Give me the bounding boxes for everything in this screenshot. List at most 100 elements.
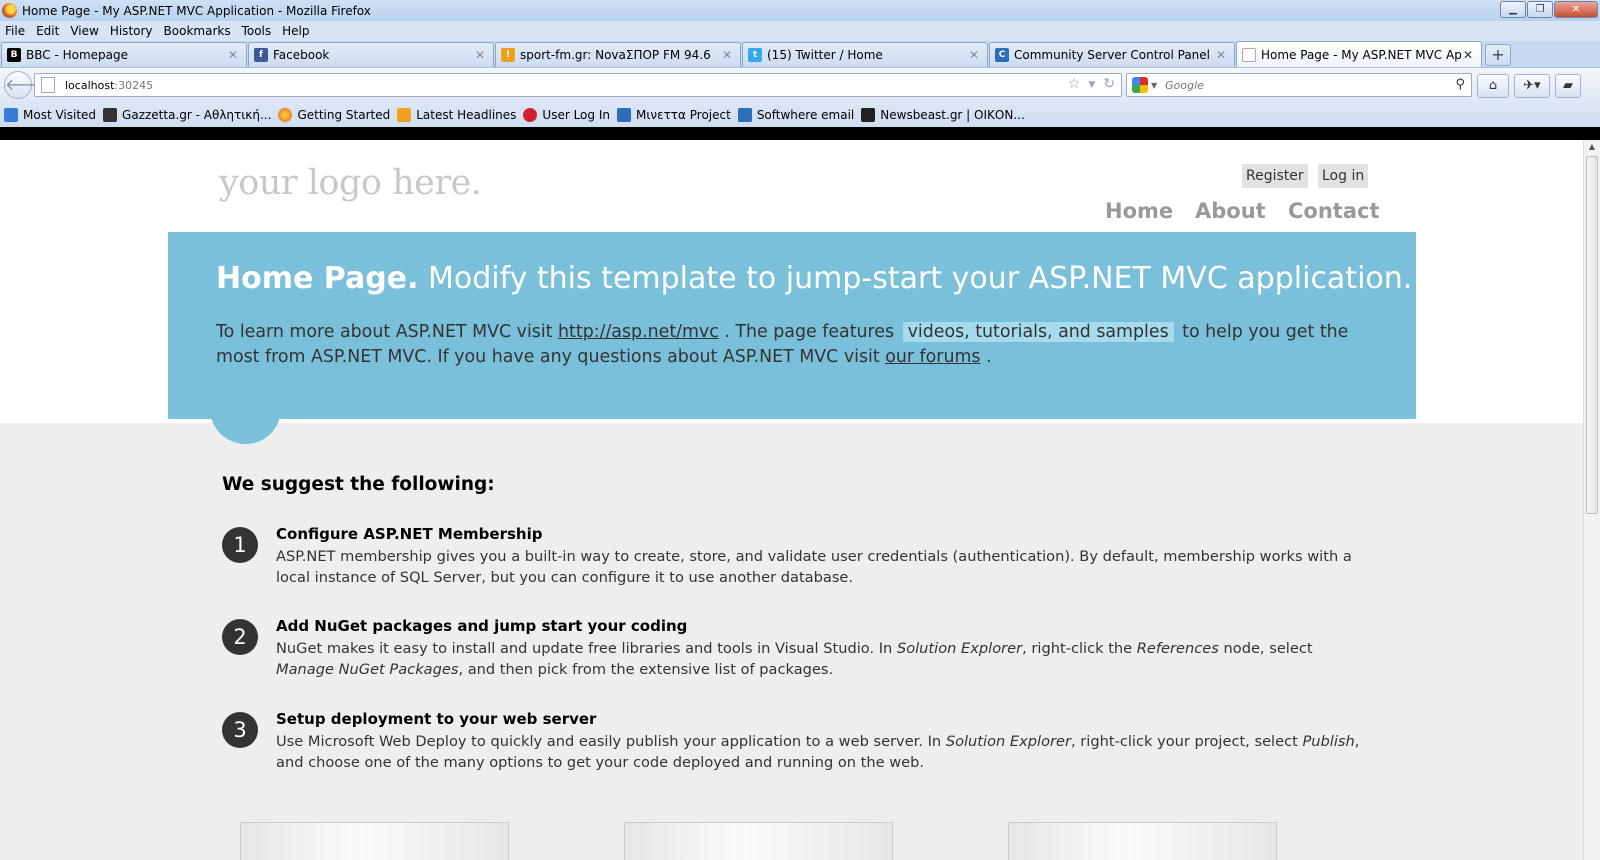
- softwhere-icon: [737, 107, 752, 122]
- tab-close-icon[interactable]: ✕: [473, 48, 487, 62]
- bookmark-label: Μινεττα Project: [635, 107, 731, 122]
- step-text: Use Microsoft Web Deploy to quickly and …: [276, 731, 1366, 773]
- search-bar[interactable]: ▼ ⚲: [1126, 73, 1472, 97]
- bookmark-user-log-in[interactable]: User Log In: [523, 107, 610, 122]
- most-visited-icon: [4, 107, 18, 122]
- step-number: 3: [222, 712, 258, 748]
- google-search-engine-icon[interactable]: [1132, 77, 1148, 93]
- tab-close-icon[interactable]: ✕: [226, 48, 240, 62]
- scrollbar-thumb[interactable]: [1586, 156, 1598, 514]
- user-login-icon: [523, 107, 538, 122]
- rss-icon: [397, 107, 412, 122]
- register-link[interactable]: Register: [1242, 164, 1308, 188]
- bookmark-label: Softwhere email: [756, 107, 855, 122]
- addon-toolbar-button[interactable]: ✈▾: [1514, 74, 1550, 98]
- bbc-icon: B: [7, 48, 21, 62]
- tab-facebook[interactable]: f Facebook ✕: [248, 42, 494, 67]
- login-link[interactable]: Log in: [1318, 164, 1369, 188]
- tab-close-icon[interactable]: ✕: [1461, 48, 1475, 62]
- tab-label: Home Page - My ASP.NET MVC Appl...: [1261, 47, 1461, 62]
- home-button[interactable]: ⌂: [1477, 74, 1509, 98]
- site-identity-icon[interactable]: [41, 77, 55, 93]
- search-engine-dropdown-icon[interactable]: ▼: [1151, 81, 1157, 90]
- forums-link[interactable]: our forums: [885, 347, 980, 367]
- bookmark-softwhere-email[interactable]: Softwhere email: [737, 107, 855, 122]
- close-window-button[interactable]: ✕: [1554, 1, 1598, 18]
- facebook-icon: f: [254, 48, 268, 62]
- step-text-italic: Manage NuGet Packages: [276, 661, 459, 678]
- window-title-bar: Home Page - My ASP.NET MVC Application -…: [0, 0, 1600, 21]
- tab-close-icon[interactable]: ✕: [967, 48, 981, 62]
- asp-net-mvc-link[interactable]: http://asp.net/mvc: [558, 322, 719, 342]
- url-bar-icons: ☆ ▼ ↻: [1068, 76, 1115, 94]
- vertical-scrollbar[interactable]: ▲: [1583, 140, 1600, 860]
- bookmark-getting-started[interactable]: Getting Started: [278, 107, 391, 122]
- content-box: [624, 822, 893, 860]
- firefox-logo-icon: [2, 3, 17, 18]
- url-port: :30245: [114, 78, 154, 92]
- tab-close-icon[interactable]: ✕: [720, 48, 734, 62]
- bookmark-label: Gazzetta.gr - Αθλητική...: [122, 107, 272, 122]
- tab-twitter[interactable]: t (15) Twitter / Home ✕: [742, 42, 988, 67]
- tab-bbc[interactable]: B BBC - Homepage ✕: [1, 42, 247, 67]
- nav-contact[interactable]: Contact: [1288, 199, 1380, 223]
- bookmark-minetta-project[interactable]: Μινεττα Project: [616, 107, 731, 122]
- reload-icon[interactable]: ↻: [1103, 76, 1115, 94]
- maximize-button[interactable]: ❐: [1527, 1, 1553, 18]
- featured-text-part: .: [980, 347, 992, 367]
- step-text-part: Use Microsoft Web Deploy to quickly and …: [276, 733, 946, 750]
- tab-label: (15) Twitter / Home: [767, 48, 883, 62]
- menu-bar: File Edit View History Bookmarks Tools H…: [0, 21, 1600, 41]
- history-dropdown-icon[interactable]: ▼: [1088, 76, 1095, 94]
- minimize-button[interactable]: ▁: [1500, 1, 1526, 18]
- firefox-icon: [278, 107, 293, 122]
- step-text-italic: Publish: [1302, 733, 1355, 750]
- newsbeast-icon: [861, 107, 876, 122]
- featured-text: To learn more about ASP.NET MVC visit ht…: [216, 320, 1366, 370]
- nav-home[interactable]: Home: [1105, 199, 1173, 223]
- menu-help[interactable]: Help: [282, 24, 309, 38]
- bookmark-most-visited[interactable]: Most Visited: [4, 107, 96, 122]
- step-text-part: node, select: [1218, 640, 1313, 657]
- sport-fm-icon: !: [501, 48, 515, 62]
- back-button[interactable]: 🡐: [4, 71, 48, 99]
- tab-home-page[interactable]: Home Page - My ASP.NET MVC Appl... ✕: [1236, 41, 1482, 67]
- step-text-part: , right-click your project, select: [1071, 733, 1303, 750]
- new-tab-button[interactable]: +: [1485, 44, 1511, 66]
- featured-title-bold: Home Page.: [216, 261, 419, 296]
- step-text-italic: References: [1136, 640, 1219, 657]
- window-title: Home Page - My ASP.NET MVC Application -…: [22, 3, 371, 18]
- bookmark-latest-headlines[interactable]: Latest Headlines: [397, 107, 516, 122]
- featured-highlight[interactable]: videos, tutorials, and samples: [902, 322, 1174, 342]
- tab-close-icon[interactable]: ✕: [1214, 48, 1228, 62]
- menu-edit[interactable]: Edit: [36, 24, 59, 38]
- featured-text-part: To learn more about ASP.NET MVC visit: [216, 322, 559, 342]
- step-text-italic: Solution Explorer: [896, 640, 1023, 657]
- tab-strip: B BBC - Homepage ✕ f Facebook ✕ ! sport-…: [0, 41, 1600, 67]
- firefox-menu-button[interactable]: ▰: [1555, 74, 1581, 98]
- tab-sport-fm[interactable]: ! sport-fm.gr: NovaΣΠΟΡ FM 94.6 ✕: [495, 42, 741, 67]
- step-text-part: , right-click the: [1022, 640, 1137, 657]
- menu-bookmarks[interactable]: Bookmarks: [164, 24, 231, 38]
- tab-community-server[interactable]: C Community Server Control Panel ✕: [989, 42, 1235, 67]
- step-text-part: NuGet makes it easy to install and updat…: [276, 640, 897, 657]
- menu-tools[interactable]: Tools: [242, 24, 272, 38]
- bookmark-gazzetta[interactable]: Gazzetta.gr - Αθλητική...: [103, 107, 272, 122]
- bookmark-newsbeast[interactable]: Newsbeast.gr | ΟΙΚΟΝ...: [861, 107, 1025, 122]
- bookmark-star-icon[interactable]: ☆: [1068, 76, 1081, 94]
- url-host: localhost: [65, 78, 115, 92]
- menu-view[interactable]: View: [70, 24, 98, 38]
- search-input[interactable]: [1165, 78, 1446, 92]
- twitter-icon: t: [748, 48, 762, 62]
- site-logo[interactable]: your logo here.: [219, 163, 482, 203]
- menu-file[interactable]: File: [5, 24, 25, 38]
- scroll-up-icon[interactable]: ▲: [1584, 140, 1600, 154]
- bookmark-label: Getting Started: [297, 107, 391, 122]
- address-bar[interactable]: localhost:30245 ☆ ▼ ↻: [34, 73, 1122, 97]
- search-icon[interactable]: ⚲: [1455, 77, 1465, 92]
- nav-about[interactable]: About: [1195, 199, 1266, 223]
- step-number: 2: [222, 619, 258, 655]
- featured-section: Home Page. Modify this template to jump-…: [168, 232, 1416, 419]
- step-text-part: , and then pick from the extensive list …: [458, 661, 834, 678]
- menu-history[interactable]: History: [110, 24, 153, 38]
